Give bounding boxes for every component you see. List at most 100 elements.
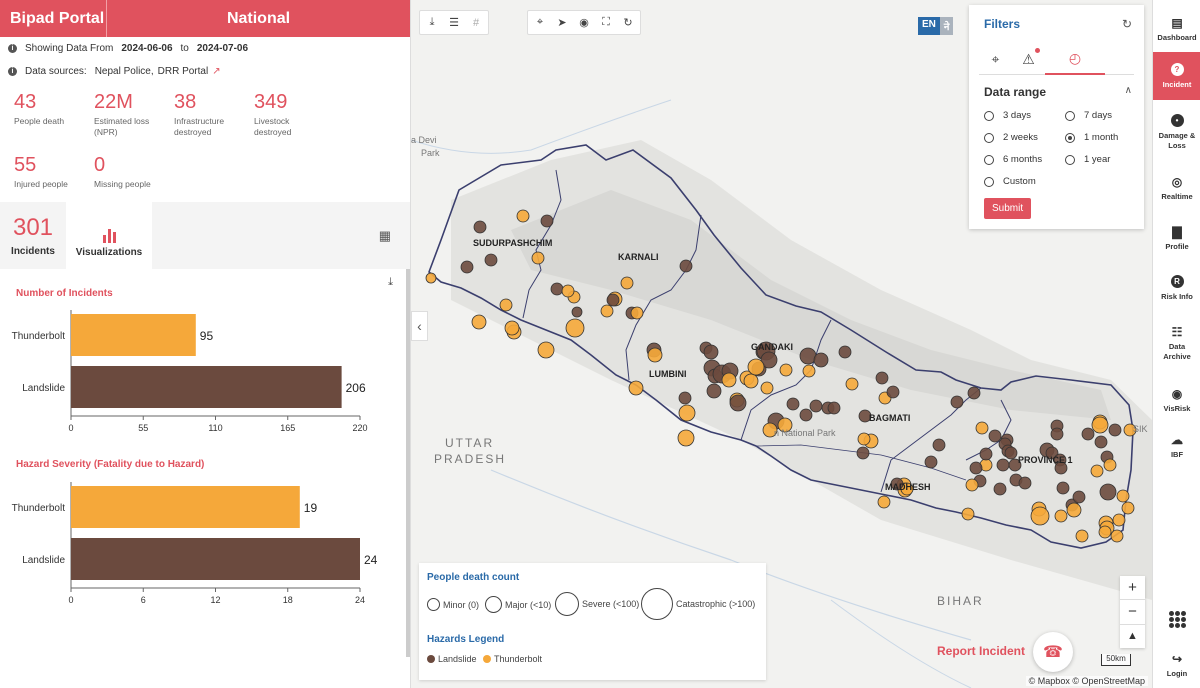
nav-login[interactable]: ↪ Login	[1153, 647, 1200, 683]
thunderbolt-marker	[499, 298, 513, 312]
landslide-marker	[703, 344, 719, 360]
nav-risk-info[interactable]: R Risk Info	[1153, 270, 1200, 306]
lang-ne[interactable]: ने	[939, 17, 954, 35]
info-icon: i	[8, 67, 17, 76]
map-area[interactable]: SUDURPASHCHIM KARNALI GANDAKI LUMBINI BA…	[411, 0, 1152, 688]
bar-landslide	[71, 366, 342, 408]
thunderbolt-marker	[965, 478, 979, 492]
zoom-area-icon[interactable]: ⌖	[532, 15, 548, 31]
tab-visualizations-label: Visualizations	[75, 247, 143, 258]
zoom-in-button[interactable]: +	[1120, 576, 1145, 601]
refresh-icon[interactable]: ↻	[620, 15, 636, 31]
language-toggle[interactable]: EN ने	[918, 17, 954, 35]
radio-2-weeks[interactable]: 2 weeks	[984, 132, 1038, 143]
nav-dashboard[interactable]: ▤ Dashboard	[1153, 7, 1200, 52]
scale-bar: 50km	[1101, 654, 1131, 666]
landslide-marker	[932, 438, 946, 452]
region-selector[interactable]: National	[106, 0, 410, 37]
nav-realtime[interactable]: ◎ Realtime	[1153, 170, 1200, 206]
thunderbolt-marker	[877, 495, 891, 509]
archive-icon: ☷	[1171, 324, 1183, 339]
bar-chart-icon	[102, 219, 116, 243]
chevron-up-icon[interactable]: ∧	[1125, 85, 1132, 96]
zoom-out-button[interactable]: −	[1120, 600, 1145, 625]
apps-grid-icon[interactable]	[1169, 611, 1186, 628]
category-label: Thunderbolt	[12, 331, 66, 342]
nav-dashboard-label: Dashboard	[1157, 33, 1197, 42]
thunderbolt-marker	[1030, 506, 1050, 526]
date-to-word: to	[180, 43, 189, 54]
visrisk-icon: ◉	[1171, 386, 1183, 401]
nav-data-archive[interactable]: ☷ Data Archive	[1153, 320, 1200, 366]
collapse-panel-button[interactable]: ‹	[411, 311, 428, 341]
nav-incident[interactable]: ? Incident	[1153, 52, 1200, 100]
location-pin-icon[interactable]: ◉	[576, 15, 592, 31]
landslide-marker	[967, 386, 981, 400]
thunderbolt-marker	[1110, 529, 1124, 543]
radio-1-month[interactable]: 1 month	[1065, 132, 1118, 143]
radio-1-year[interactable]: 1 year	[1065, 154, 1110, 165]
radio-6-months[interactable]: 6 months	[984, 154, 1042, 165]
phone-plus-icon: ☎	[1043, 644, 1063, 661]
nav-realtime-label: Realtime	[1161, 191, 1193, 201]
stat-estimated-loss: 22M Estimated loss (NPR)	[94, 91, 174, 154]
landslide-marker	[1094, 435, 1108, 449]
realtime-icon: ◎	[1171, 174, 1183, 189]
reset-icon[interactable]: ↻	[1122, 17, 1132, 31]
layers-icon[interactable]: ☰	[446, 15, 462, 31]
label-pradesh: PRADESH	[434, 452, 507, 466]
map-attribution[interactable]: © Mapbox © OpenStreetMap	[1025, 676, 1148, 686]
tab-incidents-label: Incidents	[11, 246, 55, 257]
download-icon[interactable]: ⤓	[388, 276, 393, 289]
source-drr-link[interactable]: DRR Portal ↗	[158, 66, 221, 77]
x-tick-label: 55	[138, 423, 148, 433]
grid-icon[interactable]: #	[468, 15, 484, 31]
landslide-marker	[875, 371, 889, 385]
tab-bar: 301 Incidents Visualizations ▦	[0, 202, 410, 269]
submit-button[interactable]: Submit	[984, 198, 1032, 219]
table-view-icon[interactable]: ▦	[379, 228, 391, 244]
landslide-marker	[1081, 427, 1095, 441]
brand-title[interactable]: Bipad Portal	[0, 0, 106, 37]
thunderbolt-marker	[1103, 458, 1117, 472]
radio-3-days[interactable]: 3 days	[984, 110, 1031, 121]
thunderbolt-marker	[747, 358, 765, 376]
thunderbolt-marker	[425, 272, 437, 284]
download-icon[interactable]: ⤓	[424, 15, 440, 31]
navigation-icon[interactable]: ➤	[554, 15, 570, 31]
thunderbolt-marker	[845, 377, 859, 391]
time-filter-icon[interactable]: ◴	[1045, 43, 1105, 75]
thunderbolt-marker	[561, 284, 575, 298]
tab-visualizations[interactable]: Visualizations	[66, 202, 152, 269]
landslide-marker	[838, 345, 852, 359]
map-toolbar-right: ⌖ ➤ ◉ ⛶ ↻	[527, 10, 641, 35]
value-label: 24	[364, 553, 378, 567]
landslide-marker	[988, 429, 1002, 443]
nav-profile[interactable]: ▇ Profile	[1153, 220, 1200, 256]
thunderbolt-marker	[471, 314, 487, 330]
landslide-marker	[1004, 446, 1018, 460]
report-incident-label[interactable]: Report Incident	[937, 644, 1025, 658]
nav-ibf[interactable]: ☁ IBF	[1153, 428, 1200, 464]
nav-damage-loss[interactable]: • Damage & Loss	[1153, 108, 1200, 156]
landslide-marker	[679, 259, 693, 273]
radio-custom[interactable]: Custom	[984, 176, 1036, 187]
label-sik: SIK	[1133, 424, 1148, 434]
nav-visrisk[interactable]: ◉ VisRisk	[1153, 382, 1200, 418]
scrollbar[interactable]	[406, 269, 410, 657]
report-incident-button[interactable]: ☎	[1033, 632, 1073, 672]
lang-en[interactable]: EN	[918, 17, 940, 35]
compass-button[interactable]: ▲	[1120, 625, 1145, 648]
stats-grid: 43 People death 22M Estimated loss (NPR)…	[0, 83, 410, 217]
location-filter-icon[interactable]: ⌖	[979, 43, 1012, 75]
ibf-icon: ☁	[1171, 432, 1183, 447]
hazard-filter-icon[interactable]: ⚠	[1012, 43, 1045, 75]
radio-7-days[interactable]: 7 days	[1065, 110, 1112, 121]
tab-incidents[interactable]: 301 Incidents	[0, 202, 66, 269]
value-label: 206	[346, 381, 366, 395]
bar-thunderbolt	[71, 314, 196, 356]
right-nav: ▤ Dashboard ? Incident • Damage & Loss ◎…	[1152, 0, 1200, 688]
date-range-row: i Showing Data From 2024-06-06 to 2024-0…	[0, 37, 410, 60]
label-sudurpashchim: SUDURPASHCHIM	[473, 238, 553, 248]
fullscreen-icon[interactable]: ⛶	[598, 15, 614, 31]
